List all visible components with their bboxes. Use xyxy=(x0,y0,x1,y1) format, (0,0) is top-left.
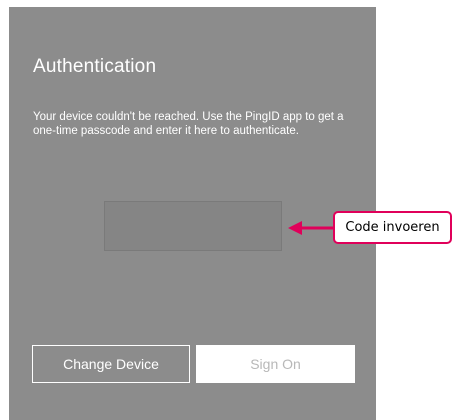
callout-arrow-icon xyxy=(288,221,334,235)
page-title: Authentication xyxy=(33,56,157,77)
page: Authentication Your device couldn't be r… xyxy=(0,0,453,420)
change-device-button[interactable]: Change Device xyxy=(32,345,190,383)
authentication-panel: Authentication Your device couldn't be r… xyxy=(9,7,376,420)
sign-on-button[interactable]: Sign On xyxy=(196,345,355,383)
code-callout: Code invoeren xyxy=(333,211,452,244)
passcode-input[interactable] xyxy=(104,201,282,251)
auth-message: Your device couldn't be reached. Use the… xyxy=(33,111,344,137)
